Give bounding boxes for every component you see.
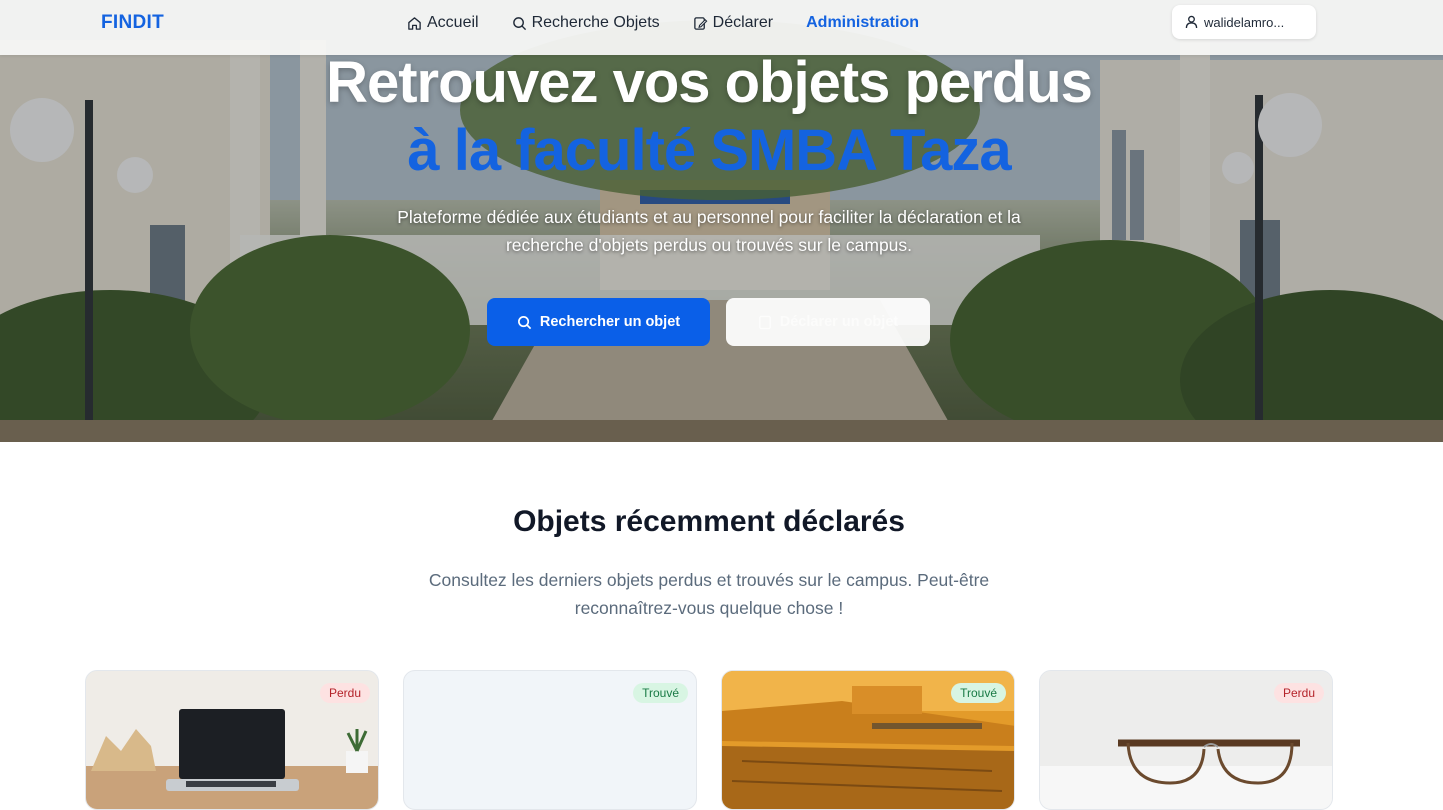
hero-title-line1: Retrouvez vos objets perdus (326, 50, 1093, 115)
hero-subtitle: Plateforme dédiée aux étudiants et au pe… (397, 207, 1021, 255)
object-card[interactable]: Perdu (85, 670, 379, 810)
user-menu-button[interactable]: walidelamro... (1172, 5, 1316, 39)
object-card[interactable]: Trouvé (721, 670, 1015, 810)
search-object-button[interactable]: Rechercher un objet (487, 298, 710, 346)
edit-icon (693, 16, 708, 30)
status-badge: Trouvé (633, 683, 688, 703)
recent-section-subtitle: Consultez les derniers objets perdus et … (428, 570, 990, 618)
search-object-label: Rechercher un objet (539, 314, 681, 330)
brand-logo[interactable]: FINDIT (101, 12, 164, 34)
status-badge: Perdu (319, 683, 370, 703)
recent-section-title: Objets récemment déclarés (513, 505, 905, 538)
nav-link-label: Accueil (427, 14, 479, 31)
document-icon (758, 315, 771, 329)
status-badge: Trouvé (951, 683, 1006, 703)
nav-link-recherche[interactable]: Recherche Objets (512, 12, 660, 34)
top-navbar: FINDIT Accueil Recherche Objets Déclarer… (0, 0, 1443, 55)
nav-link-declarer[interactable]: Déclarer (693, 12, 773, 34)
search-icon (512, 16, 526, 30)
declare-object-button[interactable]: Déclarer un objet (726, 298, 930, 346)
hero-banner: Retrouvez vos objets perdus à la faculté… (0, 0, 1443, 442)
hero-title-line2: à la faculté SMBA Taza (407, 118, 1011, 183)
object-card[interactable]: Perdu (1039, 670, 1333, 810)
nav-link-label: Déclarer (712, 14, 774, 31)
user-icon (1185, 15, 1198, 29)
home-icon (408, 16, 421, 30)
declare-object-label: Déclarer un objet (779, 314, 899, 330)
status-badge: Perdu (1273, 683, 1324, 703)
nav-link-administration[interactable]: Administration (806, 12, 919, 34)
nav-link-label: Recherche Objets (531, 14, 660, 31)
search-icon (517, 315, 532, 329)
nav-links: Accueil Recherche Objets Déclarer Admini… (407, 12, 952, 34)
nav-link-label: Administration (806, 14, 919, 31)
username: walidelamro... (1204, 14, 1285, 30)
nav-link-accueil[interactable]: Accueil (407, 12, 479, 34)
object-card[interactable]: Trouvé (403, 670, 697, 810)
